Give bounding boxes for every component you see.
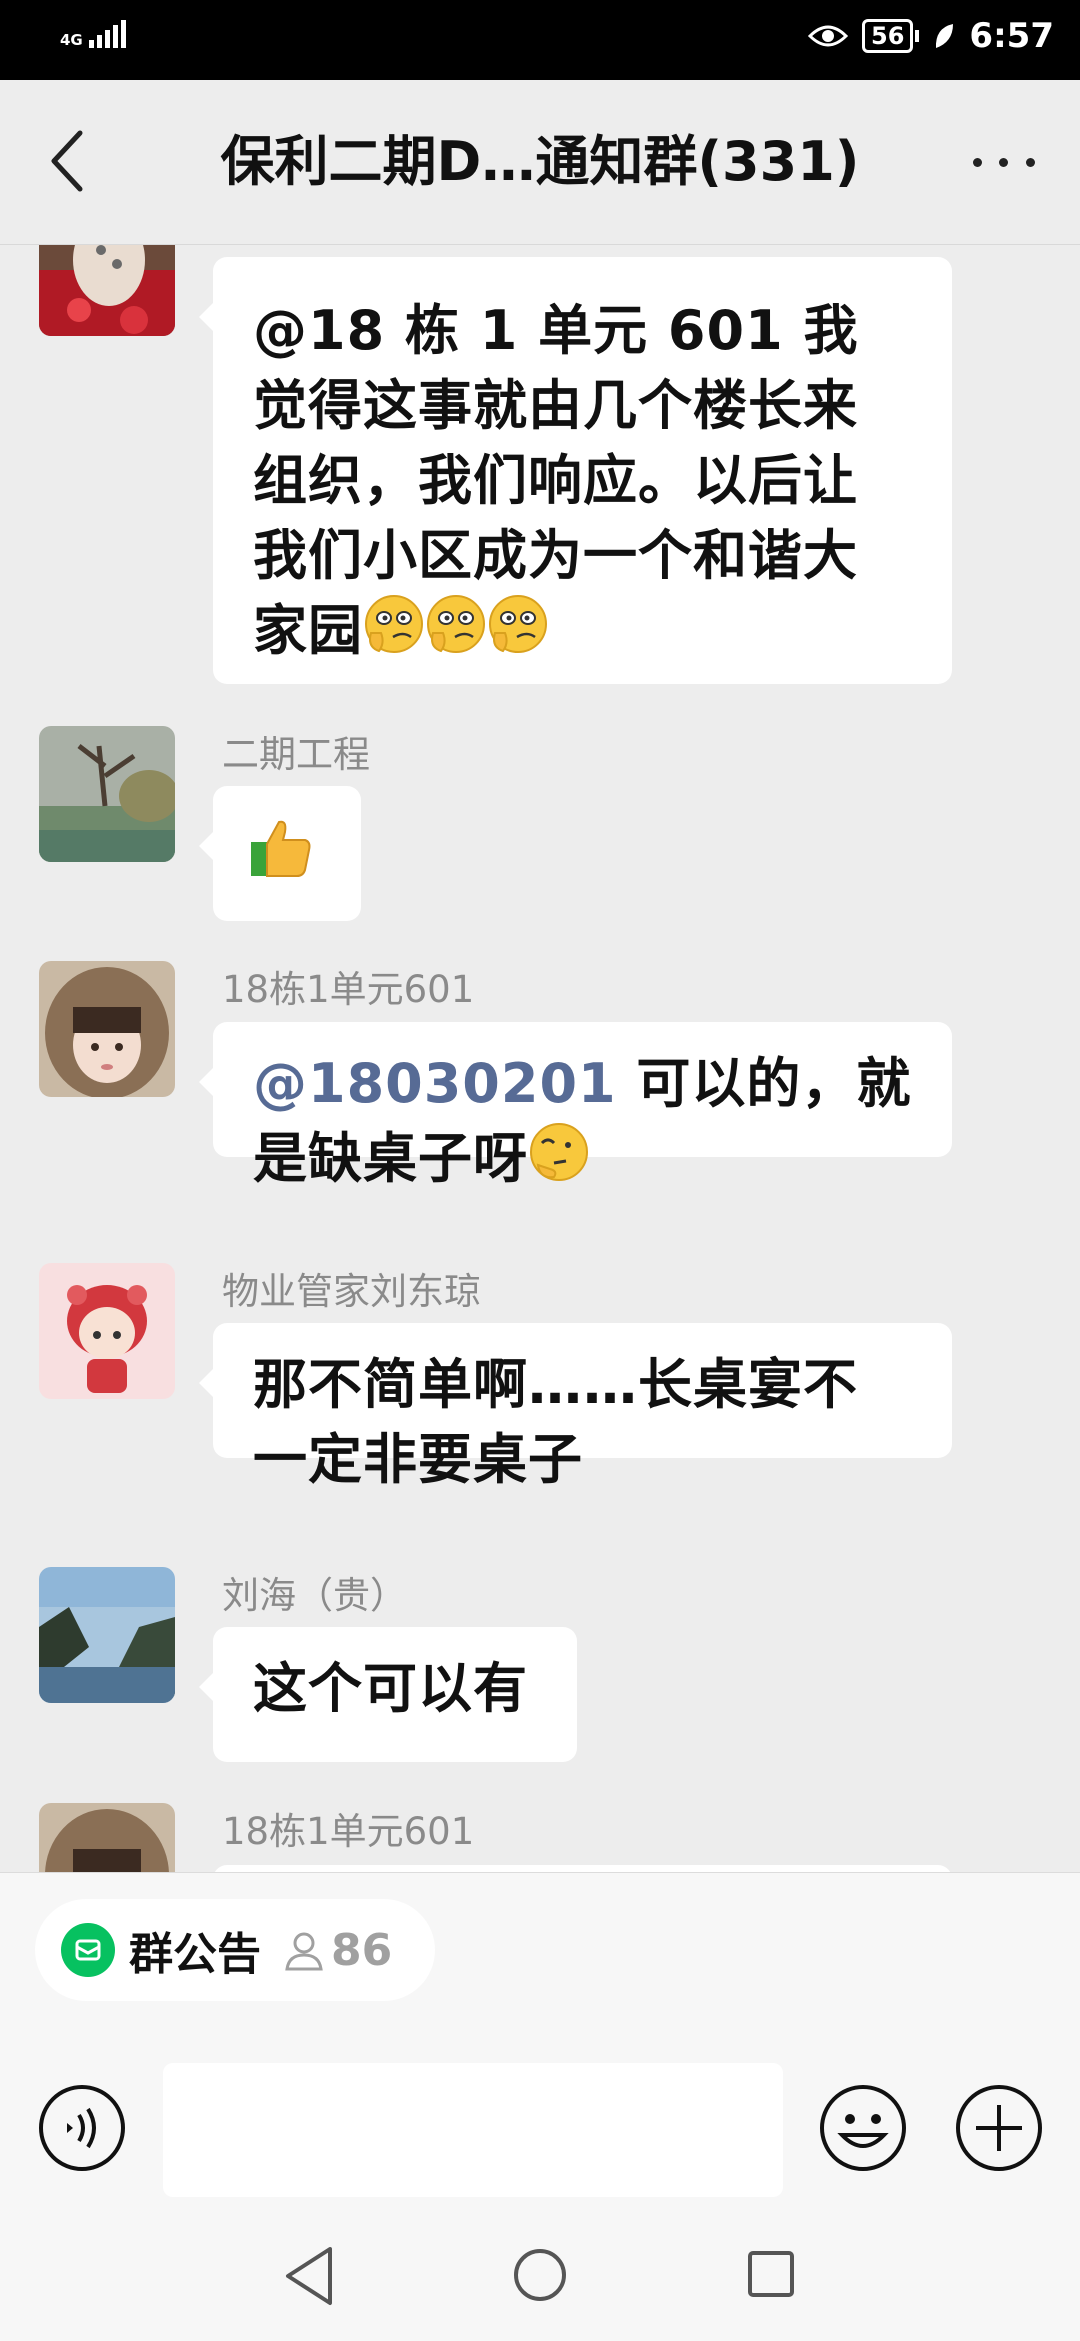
message-text: 那不简单啊……长桌宴不一定非要桌子 (253, 1353, 858, 1491)
more-dot (972, 157, 982, 167)
back-button[interactable] (40, 125, 96, 197)
nav-back-icon[interactable] (282, 2245, 338, 2307)
clock: 6:57 (969, 16, 1054, 56)
nav-recent-apps-icon[interactable] (746, 2249, 796, 2299)
signal-icon (88, 20, 126, 48)
avatar-image (39, 961, 175, 1097)
avatar[interactable] (39, 1803, 175, 1872)
voice-icon (39, 2085, 125, 2171)
smirk-emoji-icon (365, 595, 423, 653)
message-bubble[interactable]: @18030201 可以的，就是缺桌子呀 (199, 1022, 952, 1190)
announcement-icon (61, 1923, 115, 1977)
message-text: 这个可以有 (253, 1657, 528, 1720)
eye-icon (808, 25, 849, 47)
sender-name: 二期工程 (222, 733, 370, 776)
smirk-emoji-icon (427, 595, 485, 653)
message-mention[interactable]: @18030201 (253, 1052, 617, 1115)
person-icon (285, 1932, 323, 1971)
message-bubble[interactable] (199, 786, 361, 921)
message-mention[interactable]: @18 栋 1 单元 601 (253, 299, 784, 362)
avatar-image (39, 245, 175, 336)
leaf-icon (936, 24, 954, 48)
plus-icon (956, 2085, 1042, 2171)
member-count: 86 (331, 1924, 393, 1976)
battery-level: 56 (862, 19, 914, 53)
chevron-left-icon (51, 130, 83, 192)
more-actions-button[interactable] (954, 2083, 1044, 2173)
network-type-label: 4G (60, 31, 83, 49)
sender-name: 18栋1单元601 (222, 968, 475, 1011)
status-bar: 4G 56 6:57 (0, 0, 1080, 80)
avatar-image (39, 1263, 175, 1399)
input-panel: 群公告 86 (0, 1872, 1080, 2341)
avatar[interactable] (39, 245, 175, 336)
message-bubble[interactable] (213, 1865, 952, 1872)
sender-name: 物业管家刘东琼 (222, 1270, 481, 1313)
nav-home-icon[interactable] (512, 2247, 568, 2303)
chat-title: 保利二期D…通知群(331) (220, 130, 860, 193)
message-bubble[interactable]: @18 栋 1 单元 601 我觉得这事就由几个楼长来组织，我们响应。以后让我们… (199, 257, 952, 684)
chat-header: 保利二期D…通知群(331) (0, 80, 1080, 245)
avatar-image (39, 1803, 175, 1872)
smirk-emoji-icon (489, 595, 547, 653)
more-options-button[interactable] (964, 130, 1044, 194)
message-input[interactable] (163, 2063, 783, 2197)
avatar-image (39, 726, 175, 862)
avatar[interactable] (39, 961, 175, 1097)
battery-icon: 56 (862, 19, 920, 53)
smiley-icon (820, 2085, 906, 2171)
avatar[interactable] (39, 1263, 175, 1399)
group-notice-button[interactable]: 群公告 86 (35, 1899, 435, 2001)
sender-name: 18栋1单元601 (222, 1810, 475, 1853)
thumbs-up-emoji-icon (251, 820, 311, 877)
avatar[interactable] (39, 1567, 175, 1703)
message-bubble[interactable]: 那不简单啊……长桌宴不一定非要桌子 (199, 1323, 952, 1491)
emoji-button[interactable] (818, 2083, 908, 2173)
more-dot (1026, 157, 1036, 167)
thinking-emoji-icon (530, 1123, 588, 1181)
status-icons: 56 6:57 (808, 16, 1054, 56)
more-dot (999, 157, 1009, 167)
system-nav-bar (0, 2211, 1080, 2341)
voice-input-button[interactable] (37, 2083, 127, 2173)
group-notice-label: 群公告 (129, 1929, 261, 1980)
avatar[interactable] (39, 726, 175, 862)
message-bubble[interactable]: 这个可以有 (199, 1627, 577, 1762)
network-status: 4G (60, 20, 126, 48)
avatar-image (39, 1567, 175, 1703)
sender-name: 刘海（贵） (222, 1574, 407, 1617)
message-list[interactable]: @18 栋 1 单元 601 我觉得这事就由几个楼长来组织，我们响应。以后让我们… (0, 245, 1080, 1872)
